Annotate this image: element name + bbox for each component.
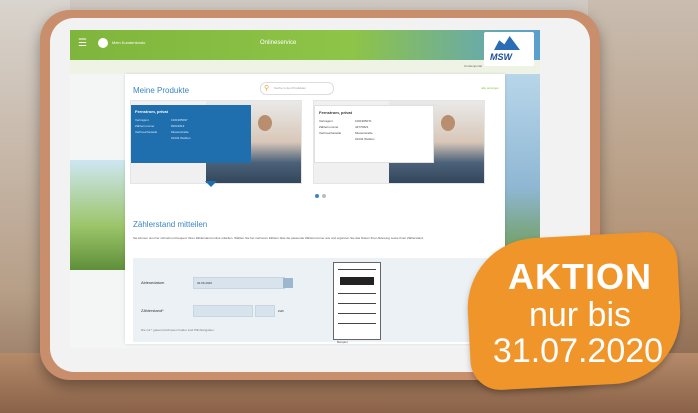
person-head [441, 115, 455, 131]
product-row: Vertragsnr. 1001965071 [319, 119, 429, 123]
promo-line-2: nur bis [528, 296, 632, 334]
product-row: Vertragsnr. 1001965097 [135, 118, 247, 122]
sub-bar: Kundenportal [70, 60, 540, 74]
date-label: Ablesedatum [141, 280, 165, 285]
meter-image-caption: Beispiel [337, 340, 348, 344]
meter-intro-text: Sie können uns hier schnell und bequem I… [133, 236, 424, 240]
row-value: 01234 Weißen [355, 137, 375, 141]
product-card-2[interactable]: Fernstrom, privat Vertragsnr. 1001965071 … [313, 100, 485, 184]
product-row: Zählernummer 83021813 [135, 124, 247, 128]
product-row: 01234 Weißen [135, 136, 247, 140]
row-key: Verbrauchsstelle [319, 131, 342, 135]
row-value: Musterstraße [171, 130, 189, 134]
search-placeholder: Suche in den Produkten [274, 86, 307, 90]
meter-reading-heading: Zählerstand mitteilen [133, 220, 208, 229]
top-bar: ☰ Mein Kundenkonto Onlineservice [70, 30, 540, 60]
row-value: 01234 Weißen [171, 136, 191, 140]
content-card: Meine Produkte ⚲ Suche in den Produkten … [125, 74, 505, 344]
landscape-image-left [70, 160, 125, 270]
calendar-icon[interactable] [283, 278, 293, 288]
row-value: 1001965071 [355, 119, 372, 123]
brand-logo[interactable]: MSW [484, 32, 534, 66]
products-heading: Meine Produkte [133, 86, 190, 95]
user-account-link[interactable]: Mein Kundenkonto [112, 40, 145, 45]
row-value: 43770821 [355, 125, 369, 129]
required-note: Die mit * gekennzeichneten Felder sind P… [141, 328, 215, 332]
row-key: Vertragsnr. [319, 119, 334, 123]
row-key: Zählernummer [135, 124, 155, 128]
row-value: 83021813 [171, 124, 185, 128]
meter-line [338, 323, 376, 324]
product-info-panel: Fernstrom, privat Vertragsnr. 1001965097 … [131, 105, 251, 163]
meter-line [338, 269, 376, 270]
product-title: Fernstrom, privat [135, 109, 168, 114]
user-avatar-icon[interactable] [98, 38, 108, 48]
unit-label: kWh [278, 309, 284, 313]
product-card-1[interactable]: Fernstrom, privat Vertragsnr. 1001965097 … [130, 100, 302, 184]
subbar-text: Kundenportal [464, 64, 482, 68]
product-row: 01234 Weißen [319, 137, 429, 141]
meter-form: Ablesedatum 02.06.2020 Zählerstand* kWh … [133, 258, 497, 344]
meter-line [338, 313, 376, 314]
product-row: Verbrauchsstelle Musterstraße [319, 131, 429, 135]
product-row: Verbrauchsstelle Musterstraße [135, 130, 247, 134]
active-card-indicator [205, 181, 217, 187]
person-head [258, 115, 272, 131]
carousel-dot[interactable] [322, 194, 326, 198]
reading-label: Zählerstand* [141, 308, 164, 313]
row-value: Musterstraße [355, 131, 373, 135]
row-key: Vertragsnr. [135, 118, 150, 122]
meter-line [338, 293, 376, 294]
meter-digits [340, 277, 374, 285]
carousel-dot-active[interactable] [315, 194, 319, 198]
product-search-input[interactable]: ⚲ Suche in den Produkten [260, 82, 334, 95]
search-icon: ⚲ [264, 85, 270, 92]
row-key: Verbrauchsstelle [135, 130, 158, 134]
castle-logo-icon [494, 36, 520, 50]
hamburger-menu-icon[interactable]: ☰ [78, 39, 88, 49]
promo-line-1: AKTION [508, 256, 652, 297]
show-all-link[interactable]: alle anzeigen [481, 86, 499, 90]
reading-decimal-input[interactable] [255, 305, 275, 317]
date-input[interactable]: 02.06.2020 [193, 277, 285, 289]
product-title: Fernstrom, privat [319, 110, 352, 115]
row-key [135, 136, 171, 140]
row-key: Zählernummer [319, 125, 339, 129]
product-info-panel: Fernstrom, privat Vertragsnr. 1001965071 … [314, 105, 434, 163]
portal-title: Onlineservice [260, 40, 297, 46]
row-key [319, 137, 355, 141]
row-value: 1001965097 [171, 118, 188, 122]
promo-line-3: 31.07.2020 [492, 332, 664, 370]
product-row: Zählernummer 43770821 [319, 125, 429, 129]
landscape-image-right [500, 74, 540, 264]
meter-example-image [333, 262, 381, 340]
date-value: 02.06.2020 [197, 281, 213, 285]
reading-input[interactable] [193, 305, 253, 317]
logo-text: MSW [490, 52, 512, 62]
meter-line [338, 303, 376, 304]
